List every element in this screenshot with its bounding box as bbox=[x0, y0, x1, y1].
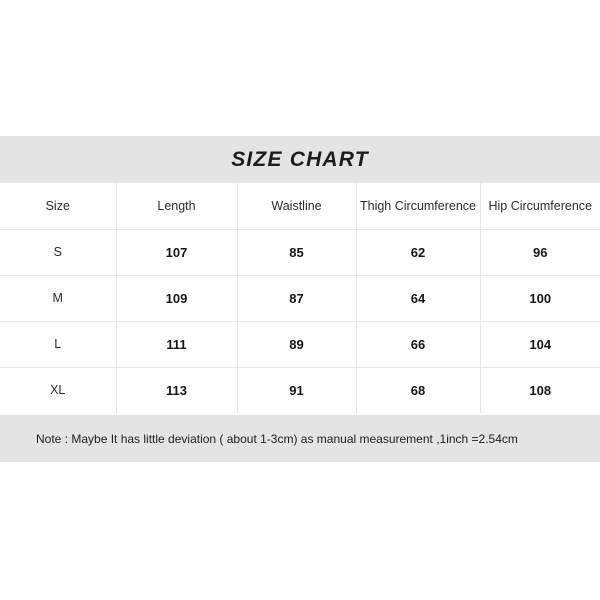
size-chart-table: Size Length Waistline Thigh Circumferenc… bbox=[0, 183, 600, 413]
cell-waistline: 89 bbox=[237, 321, 357, 368]
cell-hip: 96 bbox=[480, 229, 600, 276]
cell-hip: 108 bbox=[529, 382, 552, 398]
cell-hip: 100 bbox=[480, 275, 600, 322]
table-row: S 107 85 62 96 bbox=[0, 229, 600, 276]
table-row: L 111 89 66 104 bbox=[0, 321, 600, 368]
cell-length: 109 bbox=[116, 275, 238, 322]
cell-thigh: 68 bbox=[356, 367, 481, 413]
cell-waistline: 87 bbox=[237, 275, 357, 322]
cell-length: 107 bbox=[116, 229, 238, 276]
cell-size: M bbox=[0, 275, 117, 322]
column-header-hip: Hip Circumference bbox=[480, 183, 600, 230]
table-header-row: Size Length Waistline Thigh Circumferenc… bbox=[0, 183, 600, 230]
cell-thigh: 66 bbox=[356, 321, 481, 368]
cell-length: 113 bbox=[116, 367, 238, 413]
size-chart-page: SIZE CHART Size Length Waistline Thigh C… bbox=[0, 0, 600, 600]
cell-thigh: 62 bbox=[356, 229, 481, 276]
cell-size: L bbox=[0, 321, 117, 368]
cell-hip: 104 bbox=[480, 321, 600, 368]
table-body: S 107 85 62 96 M 109 87 64 100 L 111 89 … bbox=[0, 229, 600, 413]
column-header-waistline: Waistline bbox=[237, 183, 357, 230]
column-header-size: Size bbox=[0, 183, 117, 230]
cell-size: S bbox=[0, 229, 117, 276]
table-row: M 109 87 64 100 bbox=[0, 275, 600, 322]
page-title: SIZE CHART bbox=[231, 147, 369, 171]
cell-length: 111 bbox=[116, 321, 238, 368]
cell-thigh: 64 bbox=[356, 275, 481, 322]
table-row: XL 113 91 68 108 bbox=[0, 367, 600, 413]
note-band: Note : Maybe It has little deviation ( a… bbox=[0, 415, 600, 462]
cell-waistline: 85 bbox=[237, 229, 357, 276]
cell-waistline: 91 bbox=[237, 367, 357, 413]
measurement-note: Note : Maybe It has little deviation ( a… bbox=[36, 431, 518, 446]
column-header-thigh: Thigh Circumference bbox=[356, 183, 481, 230]
title-band: SIZE CHART bbox=[0, 136, 600, 183]
column-header-length: Length bbox=[116, 183, 238, 230]
cell-size: XL bbox=[0, 367, 117, 413]
table-header: Size Length Waistline Thigh Circumferenc… bbox=[0, 183, 600, 230]
